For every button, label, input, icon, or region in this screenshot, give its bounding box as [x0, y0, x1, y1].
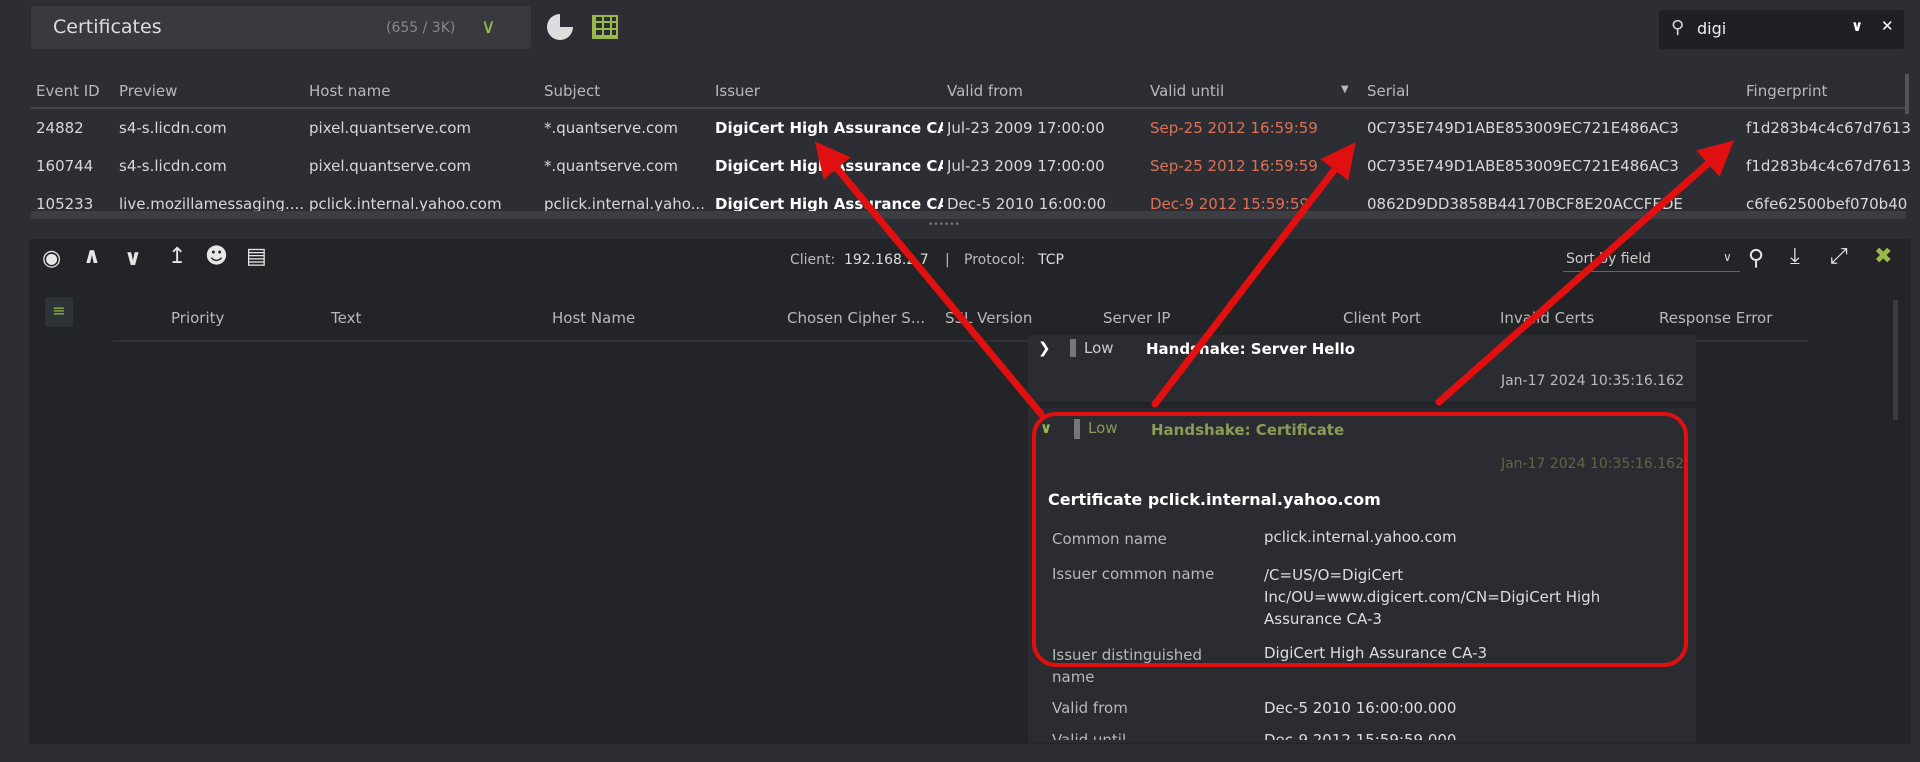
annotation-arrow [814, 141, 1045, 418]
annotation-overlay [814, 140, 1735, 667]
annotation-arrow [1151, 142, 1356, 408]
annotation-box [1032, 412, 1688, 667]
annotation-arrow [1435, 140, 1735, 406]
